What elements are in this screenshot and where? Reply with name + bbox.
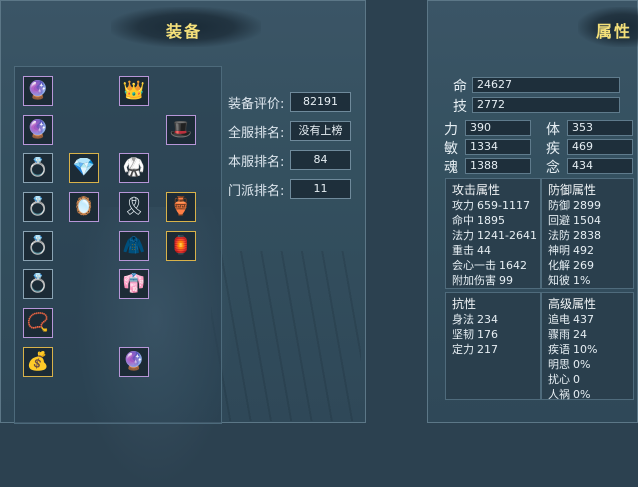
- advanced-attributes-panel: 高级属性 追电 437 骤雨 24 疾语 10% 明思 0% 扰心 0 人祸 0%: [541, 292, 634, 401]
- school-rank-label: 门派排名:: [228, 184, 285, 199]
- attribute-title: 属性: [596, 22, 633, 41]
- advanced-attributes-title: 高级属性: [548, 297, 597, 311]
- magic-power-row: 法力 1241-2641: [452, 229, 537, 242]
- divinity-row: 神明 492: [548, 244, 594, 257]
- soul-label: 魂: [444, 160, 458, 176]
- server-rank-value: 84: [290, 150, 351, 170]
- evasion-row: 回避 1504: [548, 214, 601, 227]
- speed-value: 469: [567, 139, 633, 155]
- agility-resist-row: 身法 234: [452, 313, 498, 326]
- blue-ring-icon[interactable]: 💍: [23, 269, 53, 299]
- critical-strike-row: 会心一击 1642: [452, 259, 527, 272]
- character-silhouette: [75, 207, 235, 487]
- agility-value: 1334: [465, 139, 531, 155]
- clear-thought-row: 明思 0%: [548, 358, 591, 371]
- amulet-icon[interactable]: 🏺: [166, 192, 196, 222]
- equipment-title: 装备: [166, 22, 203, 41]
- strength-label: 力: [444, 122, 458, 138]
- calamity-row: 人祸 0%: [548, 388, 591, 401]
- agility-label: 敏: [444, 141, 458, 157]
- chase-lightning-row: 追电 437: [548, 313, 594, 326]
- accuracy-row: 命中 1895: [452, 214, 505, 227]
- constitution-value: 353: [567, 120, 633, 136]
- life-label: 命: [453, 79, 467, 95]
- blue-ring-icon[interactable]: 💍: [23, 153, 53, 183]
- attribute-panel: 属性 命 24627 技 2772 力 390 体 353 敏 1334 疾 4…: [427, 0, 638, 423]
- purple-orb-icon[interactable]: 🔮: [23, 115, 53, 145]
- speed-label: 疾: [546, 141, 560, 157]
- skill-value: 2772: [472, 97, 620, 113]
- strength-value: 390: [465, 120, 531, 136]
- armor-icon[interactable]: 🥋: [119, 153, 149, 183]
- pink-crystal-icon[interactable]: 💎: [69, 153, 99, 183]
- attack-attributes-title: 攻击属性: [452, 183, 501, 197]
- dissolve-row: 化解 269: [548, 259, 594, 272]
- attack-attributes-panel: 攻击属性 攻力 659-1117 命中 1895 法力 1241-2641 重击 44 …: [445, 178, 541, 289]
- resistance-title: 抗性: [452, 297, 477, 311]
- violet-orb-icon[interactable]: 🔮: [119, 347, 149, 377]
- insight-row: 知彼 1%: [548, 274, 591, 287]
- soul-value: 1388: [465, 158, 531, 174]
- equip-score-value: 82191: [290, 92, 351, 112]
- resistance-panel: 抗性 身法 234 坚韧 176 定力 217: [445, 292, 541, 400]
- sudden-rain-row: 骤雨 24: [548, 328, 587, 341]
- focus-row: 定力 217: [452, 343, 498, 356]
- lantern-icon[interactable]: 🏮: [166, 231, 196, 261]
- defense-attributes-title: 防御属性: [548, 183, 597, 197]
- equip-score-label: 装备评价:: [228, 97, 285, 112]
- school-rank-value: 11: [290, 179, 351, 199]
- winged-helm-icon[interactable]: 👑: [119, 76, 149, 106]
- bonus-damage-row: 附加伤害 99: [452, 274, 513, 287]
- defense-row: 防御 2899: [548, 199, 601, 212]
- skill-label: 技: [453, 99, 467, 115]
- global-rank-value: 没有上榜: [290, 121, 351, 141]
- mind-label: 念: [546, 160, 560, 176]
- blue-ring-icon[interactable]: 💍: [23, 192, 53, 222]
- defense-attributes-panel: 防御属性 防御 2899 回避 1504 法防 2838 神明 492 化解 269 知彼…: [541, 178, 634, 289]
- disturb-mind-row: 扰心 0: [548, 373, 580, 386]
- mind-value: 434: [567, 158, 633, 174]
- purple-cloak-icon[interactable]: 🧥: [119, 231, 149, 261]
- blue-ring-icon[interactable]: 💍: [23, 231, 53, 261]
- swift-speech-row: 疾语 10%: [548, 343, 598, 356]
- server-rank-label: 本服排名:: [228, 155, 285, 170]
- global-rank-label: 全服排名:: [228, 126, 285, 141]
- dark-robe-icon[interactable]: 👘: [119, 269, 149, 299]
- heavy-strike-row: 重击 44: [452, 244, 491, 257]
- purple-orb-icon[interactable]: 🔮: [23, 76, 53, 106]
- gold-bag-icon[interactable]: 💰: [23, 347, 53, 377]
- hand-mirror-icon[interactable]: 🪞: [69, 192, 99, 222]
- life-value: 24627: [472, 77, 620, 93]
- purple-necklace-icon[interactable]: 📿: [23, 308, 53, 338]
- toughness-row: 坚韧 176: [452, 328, 498, 341]
- equipment-panel: 装备 🔮 👑 🔮 🎩 💍 💎 🥋 💍 🪞 🎗 🏺 💍 🧥 🏮 💍 👘 📿 💰 🔮…: [0, 0, 366, 487]
- attack-row: 攻力 659-1117: [452, 199, 530, 212]
- dark-belt-icon[interactable]: 🎗: [119, 192, 149, 222]
- white-hood-icon[interactable]: 🎩: [166, 115, 196, 145]
- magic-defense-row: 法防 2838: [548, 229, 601, 242]
- constitution-label: 体: [546, 122, 560, 138]
